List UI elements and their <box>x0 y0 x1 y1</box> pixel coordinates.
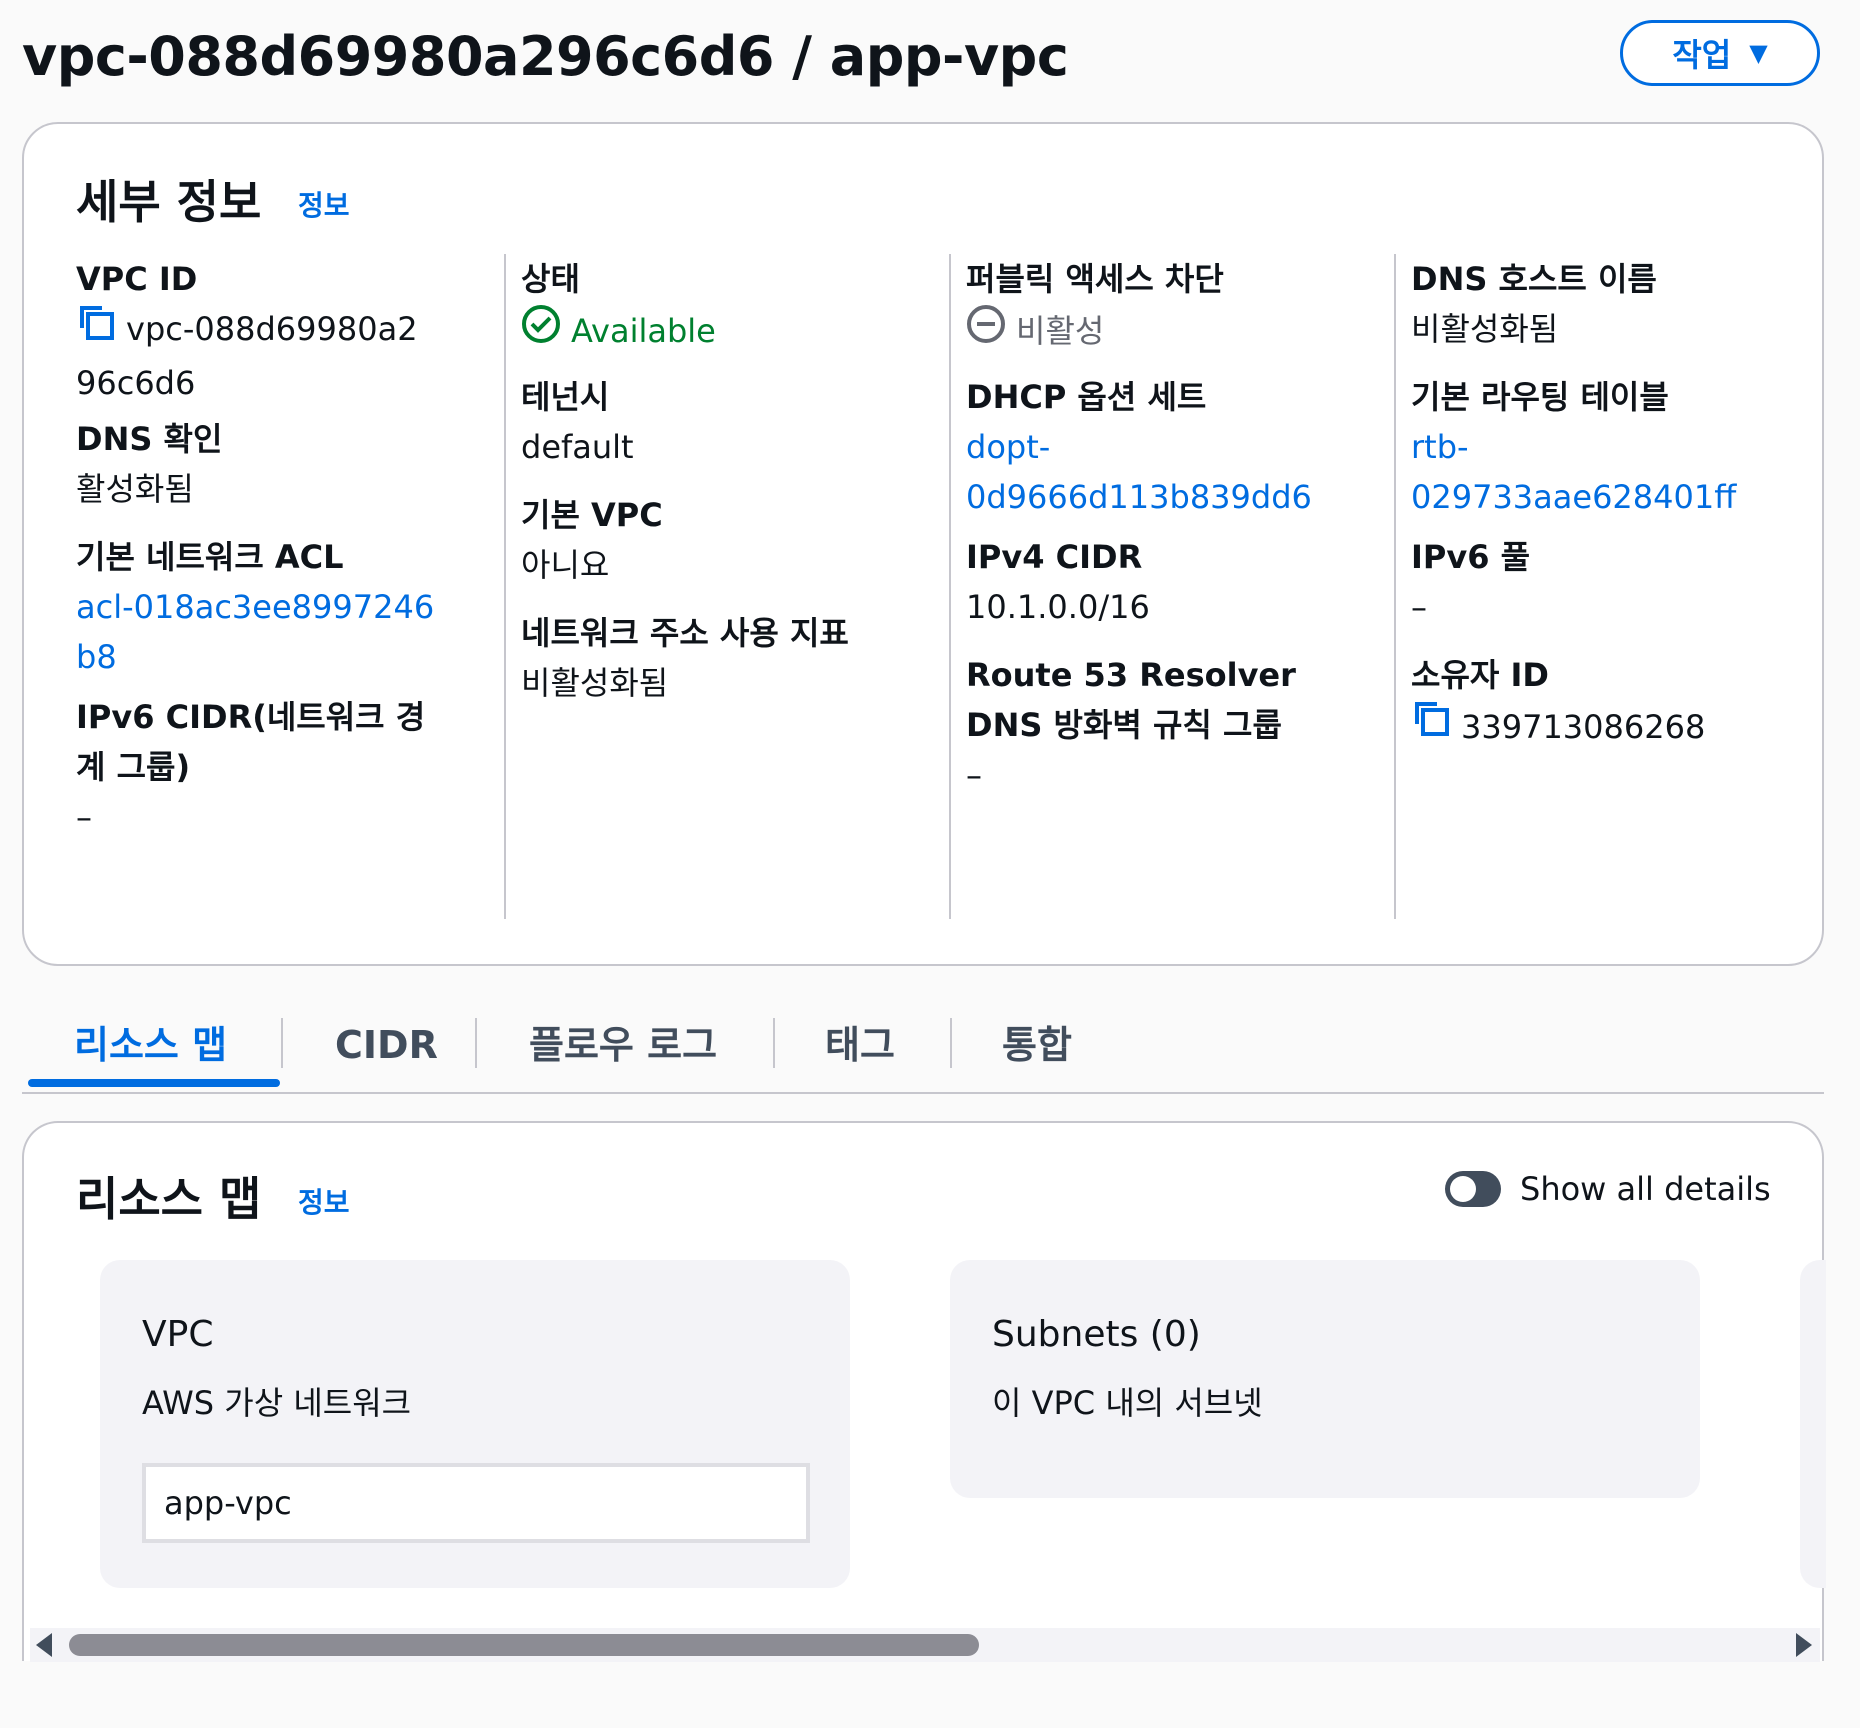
net-addr-usage-value: 비활성화됨 <box>521 664 669 702</box>
ipv6-pool-field: IPv6 풀 – <box>1411 532 1791 632</box>
default-vpc-field: 기본 VPC 아니요 <box>521 490 901 590</box>
copy-icon[interactable] <box>1411 700 1451 754</box>
route53-resolver-field: Route 53 Resolver DNS 방화벽 규칙 그룹 – <box>966 650 1346 800</box>
tab-separator <box>773 1018 775 1068</box>
tenancy-value: default <box>521 428 634 466</box>
scroll-left-arrow-icon[interactable] <box>36 1633 52 1657</box>
details-panel: 세부 정보 정보 VPC ID vpc-088d69980a296c6d6 DN… <box>22 122 1824 966</box>
route53-resolver-label-line-2: DNS 방화벽 규칙 그룹 <box>966 706 1282 744</box>
ipv4-cidr-value: 10.1.0.0/16 <box>966 588 1150 626</box>
actions-button[interactable]: 작업 ▼ <box>1620 20 1820 86</box>
column-divider <box>949 254 951 919</box>
state-field: 상태 Available <box>521 254 901 358</box>
state-label: 상태 <box>521 260 580 298</box>
toggle-knob <box>1450 1176 1476 1202</box>
vpc-id-field: VPC ID vpc-088d69980a296c6d6 <box>76 254 456 408</box>
net-addr-usage-field: 네트워크 주소 사용 지표 비활성화됨 <box>521 608 901 708</box>
vpc-node[interactable]: VPC AWS 가상 네트워크 app-vpc <box>100 1260 850 1588</box>
ipv6-cidr-field: IPv6 CIDR(네트워크 경계 그룹) – <box>76 692 456 842</box>
tab-separator <box>475 1018 477 1068</box>
tab-bar: 리소스 맵 CIDR 플로우 로그 태그 통합 <box>22 1000 1824 1094</box>
route53-resolver-value: – <box>966 756 982 794</box>
dhcp-options-value-line-1: dopt- <box>966 428 1051 466</box>
dns-resolution-label: DNS 확인 <box>76 420 223 458</box>
ipv6-pool-value: – <box>1411 588 1427 626</box>
vpc-id-label: VPC ID <box>76 260 198 298</box>
owner-id-label: 소유자 ID <box>1411 656 1549 694</box>
tab-cidr[interactable]: CIDR <box>335 1000 438 1090</box>
subnets-node[interactable]: Subnets (0) 이 VPC 내의 서브넷 <box>950 1260 1700 1498</box>
subnets-node-subtitle: 이 VPC 내의 서브넷 <box>992 1384 1263 1422</box>
active-tab-indicator <box>28 1079 280 1087</box>
dhcp-options-field: DHCP 옵션 세트 dopt- 0d9666d113b839dd6 <box>966 372 1346 522</box>
vpc-id-value: vpc-088d69980a296c6d6 <box>76 310 418 402</box>
column-divider <box>1394 254 1396 919</box>
resource-map-info-link[interactable]: 정보 <box>298 1181 350 1221</box>
show-all-details-toggle[interactable] <box>1445 1171 1501 1207</box>
vpc-node-item[interactable]: app-vpc <box>142 1463 810 1543</box>
dns-hostnames-label: DNS 호스트 이름 <box>1411 260 1657 298</box>
tenancy-label: 테넌시 <box>521 378 610 416</box>
ipv6-cidr-value: – <box>76 798 92 836</box>
vpc-node-subtitle: AWS 가상 네트워크 <box>142 1384 412 1422</box>
ipv4-cidr-field: IPv4 CIDR 10.1.0.0/16 <box>966 532 1346 632</box>
dns-hostnames-field: DNS 호스트 이름 비활성화됨 <box>1411 254 1791 354</box>
dhcp-options-link[interactable]: dopt- 0d9666d113b839dd6 <box>966 422 1346 522</box>
minus-circle-icon <box>966 304 1006 358</box>
tab-flow-logs[interactable]: 플로우 로그 <box>529 1000 717 1090</box>
tab-integrations[interactable]: 통합 <box>1002 1000 1072 1090</box>
public-access-block-field: 퍼블릭 액세스 차단 비활성 <box>966 254 1346 358</box>
check-circle-icon <box>521 304 561 358</box>
ipv4-cidr-label: IPv4 CIDR <box>966 538 1143 576</box>
public-access-block-label: 퍼블릭 액세스 차단 <box>966 260 1224 298</box>
tab-resource-map[interactable]: 리소스 맵 <box>74 1000 227 1090</box>
copy-icon[interactable] <box>76 304 116 358</box>
next-node-partial <box>1800 1260 1826 1588</box>
main-route-table-value-line-2: 029733aae628401ff <box>1411 478 1737 516</box>
default-acl-field: 기본 네트워크 ACL acl-018ac3ee8997246b8 <box>76 532 456 682</box>
column-divider <box>504 254 506 919</box>
dns-resolution-value: 활성화됨 <box>76 470 194 508</box>
default-acl-label: 기본 네트워크 ACL <box>76 538 344 576</box>
horizontal-scrollbar[interactable] <box>30 1628 1820 1662</box>
default-acl-link[interactable]: acl-018ac3ee8997246b8 <box>76 582 436 682</box>
dhcp-options-value-line-2: 0d9666d113b839dd6 <box>966 478 1312 516</box>
subnets-node-title: Subnets (0) <box>992 1314 1201 1355</box>
vpc-node-title: VPC <box>142 1314 214 1355</box>
route53-resolver-label-line-1: Route 53 Resolver <box>966 656 1296 694</box>
main-route-table-value-line-1: rtb- <box>1411 428 1469 466</box>
page-title: vpc-088d69980a296c6d6 / app-vpc <box>22 25 1069 88</box>
dns-resolution-field: DNS 확인 활성화됨 <box>76 414 456 514</box>
tab-tags[interactable]: 태그 <box>825 1000 895 1090</box>
dns-hostnames-value: 비활성화됨 <box>1411 310 1559 348</box>
main-route-table-link[interactable]: rtb- 029733aae628401ff <box>1411 422 1791 522</box>
state-value: Available <box>571 312 716 350</box>
scroll-right-arrow-icon[interactable] <box>1796 1633 1812 1657</box>
details-info-link[interactable]: 정보 <box>298 184 350 224</box>
dhcp-options-label: DHCP 옵션 세트 <box>966 378 1207 416</box>
main-route-table-label: 기본 라우팅 테이블 <box>1411 378 1669 416</box>
show-all-details-label: Show all details <box>1520 1170 1771 1208</box>
details-title: 세부 정보 <box>76 175 262 229</box>
default-vpc-label: 기본 VPC <box>521 496 663 534</box>
scrollbar-thumb[interactable] <box>69 1634 979 1656</box>
tenancy-field: 테넌시 default <box>521 372 901 472</box>
owner-id-field: 소유자 ID 339713086268 <box>1411 650 1791 754</box>
ipv6-cidr-label: IPv6 CIDR(네트워크 경계 그룹) <box>76 698 426 786</box>
net-addr-usage-label: 네트워크 주소 사용 지표 <box>521 614 849 652</box>
public-access-block-value: 비활성 <box>1016 312 1105 350</box>
tab-separator <box>281 1018 283 1068</box>
main-route-table-field: 기본 라우팅 테이블 rtb- 029733aae628401ff <box>1411 372 1791 522</box>
owner-id-value: 339713086268 <box>1461 708 1706 746</box>
default-vpc-value: 아니요 <box>521 546 610 584</box>
caret-down-icon: ▼ <box>1749 39 1768 67</box>
actions-button-label: 작업 <box>1672 36 1732 74</box>
tab-separator <box>950 1018 952 1068</box>
ipv6-pool-label: IPv6 풀 <box>1411 538 1531 576</box>
resource-map-title: 리소스 맵 <box>76 1172 262 1226</box>
